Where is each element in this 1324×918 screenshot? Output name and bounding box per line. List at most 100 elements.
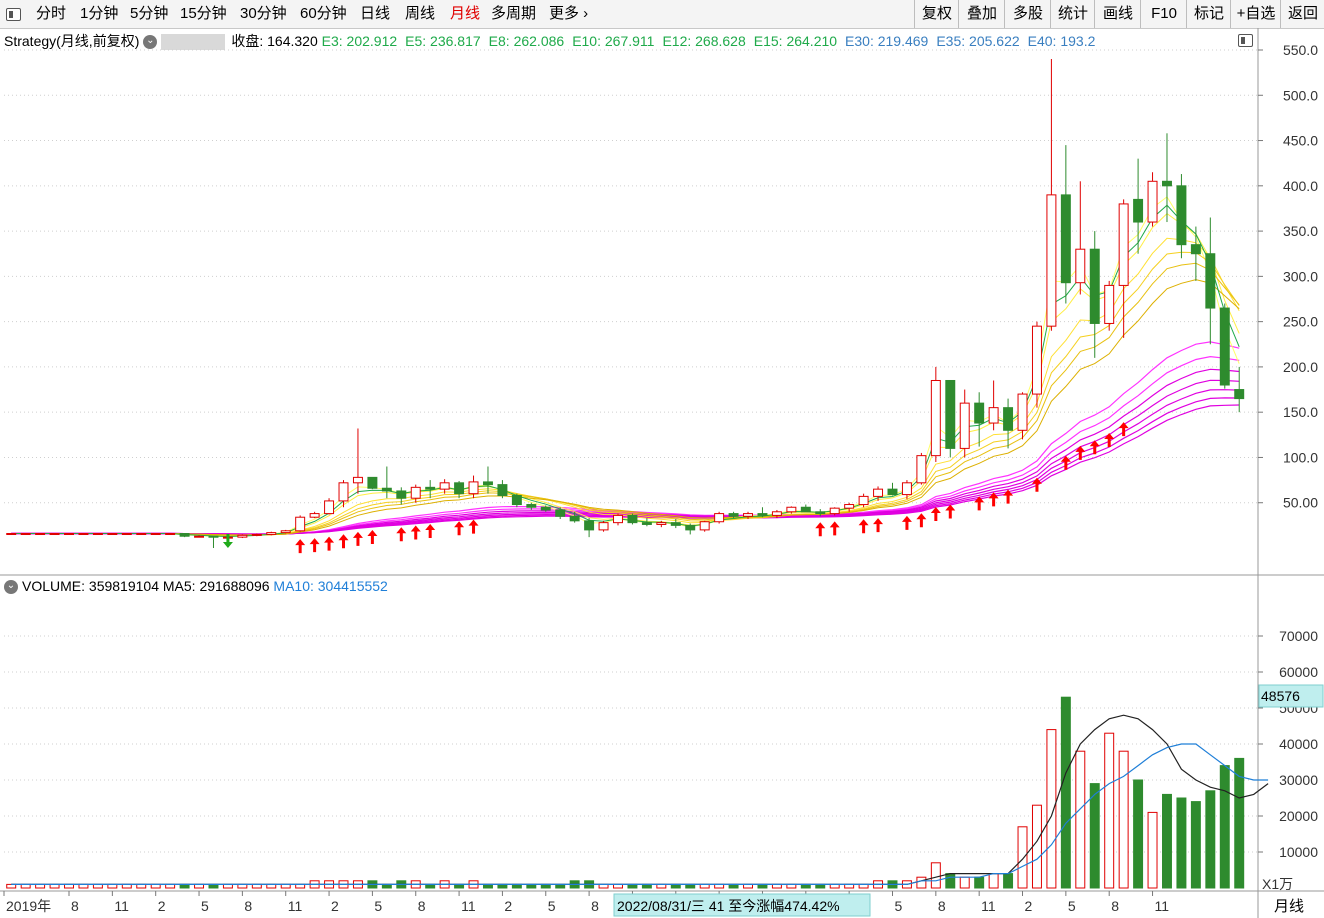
volume-unit-label: X1万	[1262, 876, 1293, 892]
volume-tick-label: 30000	[1279, 772, 1318, 788]
buy-arrow-icon	[1003, 489, 1014, 504]
volume-bar	[1147, 811, 1158, 889]
buy-arrow-icon	[295, 539, 306, 554]
candle-body	[6, 533, 17, 536]
volume-bar	[1075, 750, 1086, 889]
candle-body	[439, 482, 450, 490]
candle-body	[165, 533, 176, 536]
candle-body	[194, 535, 205, 538]
candle-body	[1003, 407, 1014, 431]
time-tick-label: 5	[201, 898, 209, 914]
candle-body	[699, 521, 710, 531]
buy-arrow-icon	[468, 519, 479, 534]
candle-body	[974, 402, 985, 424]
candle-body	[901, 482, 912, 496]
candle-body	[367, 476, 378, 489]
time-tick-label: 8	[591, 898, 599, 914]
candle-body	[150, 533, 161, 536]
candle-body	[743, 513, 753, 517]
volume-bar	[1003, 873, 1014, 889]
time-tick-label: 5	[894, 898, 902, 914]
candle-body	[858, 495, 869, 506]
volume-bar	[1133, 779, 1144, 889]
volume-bar	[1190, 801, 1201, 889]
time-tick-label: 8	[418, 898, 426, 914]
candle-body	[540, 506, 551, 511]
volume-bar	[959, 876, 970, 889]
buy-arrow-icon	[916, 513, 927, 528]
buy-arrow-icon	[367, 529, 378, 544]
time-tick-label: 11	[1155, 898, 1170, 914]
candle-body	[208, 535, 219, 538]
volume-bar	[1060, 696, 1071, 889]
candle-body	[526, 504, 537, 508]
buy-arrow-icon	[425, 524, 436, 539]
candle-body	[468, 481, 479, 495]
buy-arrow-icon	[309, 538, 320, 553]
panel-maximize-button[interactable]	[1238, 34, 1253, 47]
volume-bar	[1104, 732, 1115, 889]
candle-body	[916, 455, 927, 484]
buy-arrow-icon	[396, 527, 407, 542]
candle-body	[613, 514, 623, 524]
period-badge: 月线	[1274, 898, 1304, 915]
time-tick-label: 11	[461, 898, 476, 914]
candle-body	[945, 379, 956, 449]
chart-area: 550.0 500.0 450.0 400.0 350.0 300.0 250.0 200.0…	[0, 28, 1324, 918]
price-tick-label: 500.0	[1283, 87, 1318, 103]
candle-body	[78, 533, 89, 536]
candle-body	[598, 522, 609, 531]
buy-arrow-icon	[352, 531, 363, 546]
candle-body	[670, 522, 681, 526]
volume-bar	[1031, 804, 1042, 889]
candle-body	[295, 516, 306, 532]
candle-body	[454, 482, 465, 495]
time-tick-label: 2	[504, 898, 512, 914]
buy-arrow-icon	[930, 507, 941, 522]
candle-body	[381, 487, 392, 492]
candle-body	[309, 513, 320, 518]
time-tick-label: 8	[1111, 898, 1119, 914]
time-tick-label: 2019年	[6, 898, 51, 914]
volume-tick-label: 20000	[1279, 808, 1318, 824]
candle-body	[497, 484, 508, 496]
candle-body	[685, 524, 696, 531]
candle-body	[930, 379, 941, 457]
candle-body	[757, 513, 768, 516]
volume-bar	[1162, 793, 1172, 889]
range-info-label: 2022/08/31/三 41 至今涨幅474.42%	[617, 898, 840, 914]
price-tick-label: 250.0	[1283, 314, 1318, 330]
long-ema-line	[11, 341, 1240, 535]
volume-bar	[945, 873, 956, 889]
time-tick-label: 2	[1025, 898, 1033, 914]
candle-body	[324, 500, 335, 515]
buy-arrow-icon	[338, 534, 349, 549]
candle-body	[425, 486, 436, 490]
candle-body	[959, 402, 970, 449]
long-ema-line	[11, 368, 1240, 535]
candle-body	[728, 513, 739, 517]
candle-body	[815, 511, 826, 515]
candle-body	[92, 533, 103, 536]
candle-body	[584, 520, 595, 531]
candle-body	[1205, 253, 1216, 309]
candle-body	[627, 514, 638, 524]
candle-body	[1219, 307, 1230, 386]
price-tick-label: 300.0	[1283, 268, 1318, 284]
volume-bar	[1234, 757, 1245, 889]
volume-bar	[1089, 783, 1100, 889]
candle-body	[829, 507, 840, 515]
candle-body	[482, 481, 493, 486]
volume-tick-label: 10000	[1279, 844, 1318, 860]
candle-body	[64, 533, 74, 536]
candle-body	[20, 533, 31, 536]
time-tick-label: 2	[331, 898, 339, 914]
volume-bar	[1176, 797, 1187, 889]
volume-tick-label: 60000	[1279, 664, 1318, 680]
buy-arrow-icon	[454, 521, 465, 536]
candle-body	[800, 506, 811, 513]
candle-body	[1133, 198, 1144, 223]
volume-bar	[1219, 765, 1230, 889]
candle-body	[121, 533, 132, 536]
candle-body	[988, 407, 999, 424]
